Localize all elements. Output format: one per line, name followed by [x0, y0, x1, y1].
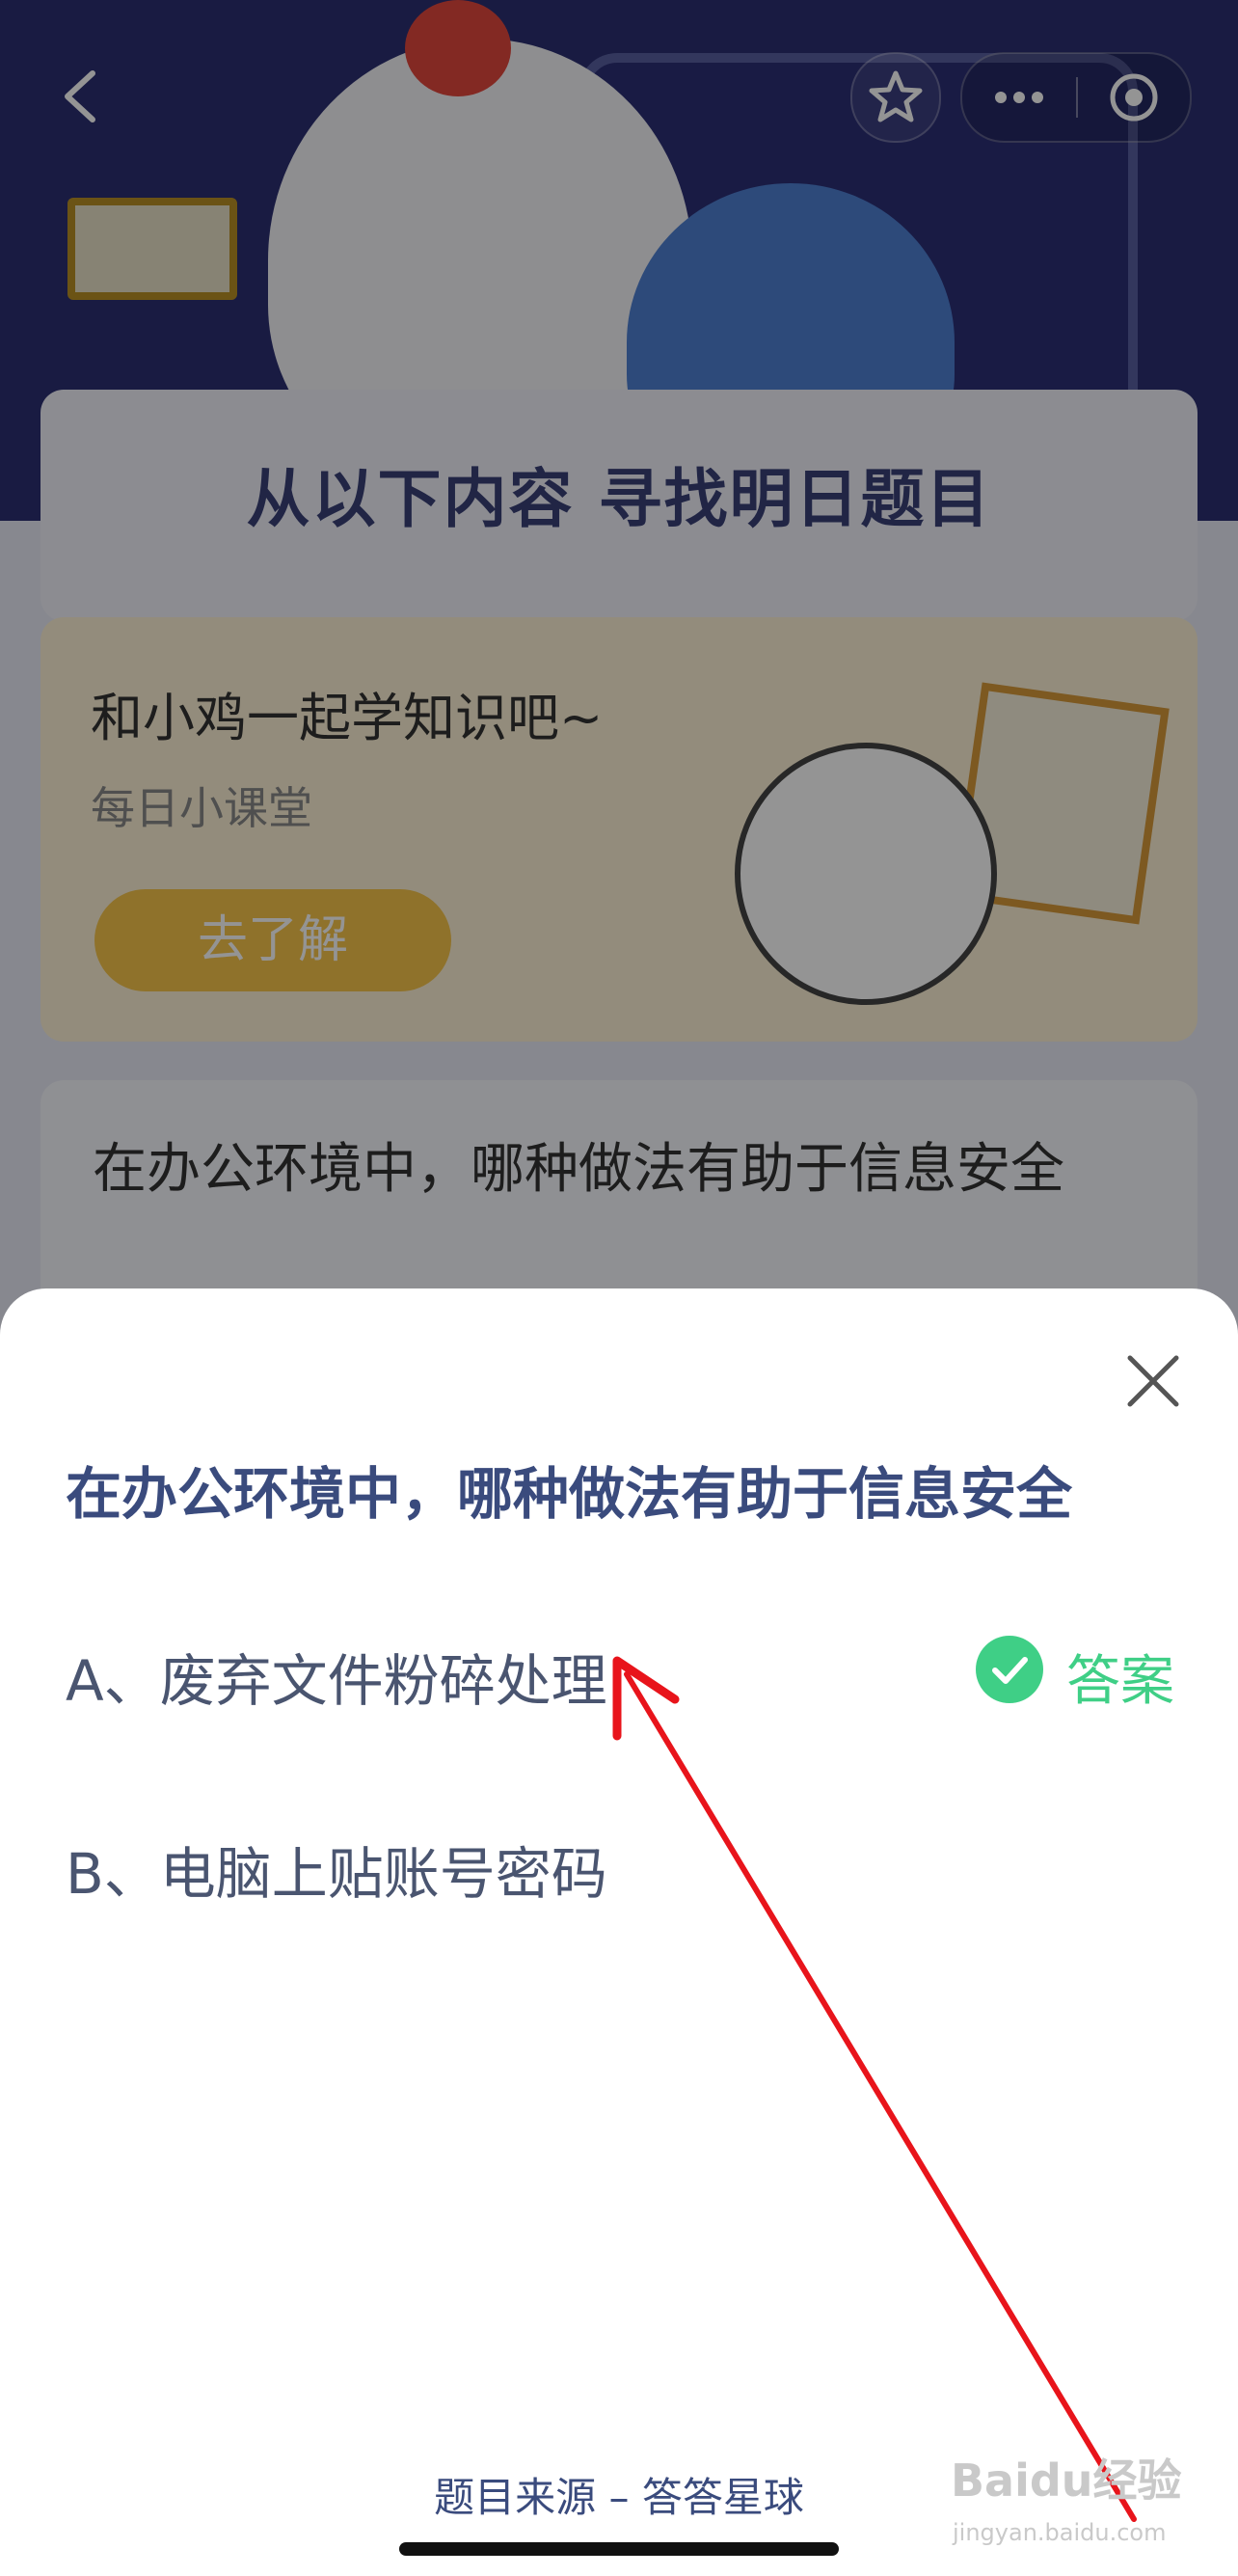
answer-sheet: 在办公环境中，哪种做法有助于信息安全 A、废弃文件粉碎处理 答案 B、电脑上贴账…	[0, 1288, 1238, 2576]
question-title: 在办公环境中，哪种做法有助于信息安全	[66, 1461, 1073, 1527]
close-button[interactable]	[1118, 1346, 1188, 1416]
option-a[interactable]: A、废弃文件粉碎处理 答案	[66, 1616, 1174, 1722]
option-b-label: B、电脑上贴账号密码	[66, 1841, 607, 1907]
close-icon	[1127, 1355, 1179, 1407]
check-circle-icon	[976, 1636, 1043, 1703]
option-a-label: A、废弃文件粉碎处理	[66, 1648, 607, 1714]
answer-badge: 答案	[972, 1636, 1174, 1713]
watermark-logo: Baidu经验	[951, 2454, 1182, 2507]
option-b[interactable]: B、电脑上贴账号密码	[66, 1809, 1174, 1915]
home-indicator[interactable]	[399, 2542, 839, 2556]
watermark-url: jingyan.baidu.com	[953, 2519, 1167, 2546]
answer-label: 答案	[1066, 1650, 1174, 1713]
